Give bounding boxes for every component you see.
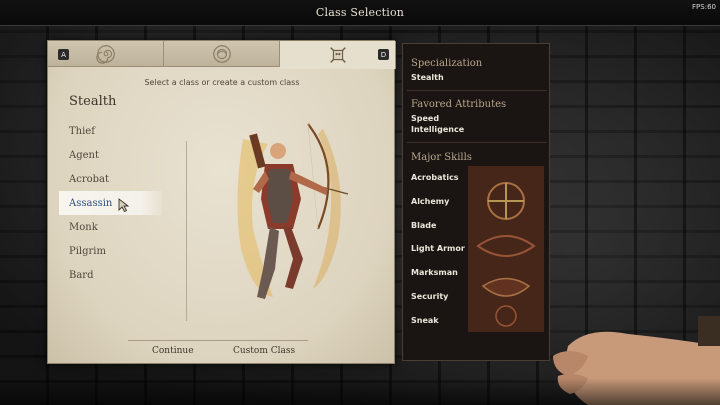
specialization-heading: Stealth	[69, 94, 117, 109]
assassin-portrait	[237, 123, 349, 299]
specialization-value: Stealth	[411, 73, 444, 82]
panel-subtitle: Select a class or create a custom class	[144, 78, 300, 87]
skill-acrobatics: Acrobatics	[411, 173, 459, 182]
decorative-tapestry	[468, 166, 544, 332]
attribute-speed: Speed	[411, 114, 440, 123]
class-item-bard[interactable]: Bard	[59, 263, 162, 287]
spiral-emblem-icon	[95, 44, 115, 64]
skill-sneak: Sneak	[411, 316, 439, 325]
key-hint-right: D	[378, 49, 389, 60]
skill-blade: Blade	[411, 221, 437, 230]
fps-counter: FPS:60	[692, 3, 716, 11]
top-bar: Class Selection FPS:60	[0, 0, 720, 26]
class-item-pilgrim[interactable]: Pilgrim	[59, 239, 162, 263]
skill-light-armor: Light Armor	[411, 244, 465, 253]
list-divider	[186, 141, 187, 321]
info-separator	[407, 142, 547, 143]
bottom-action-bar: Continue Custom Class	[128, 340, 308, 360]
mouse-cursor-icon	[118, 198, 130, 212]
class-item-acrobat[interactable]: Acrobat	[59, 167, 162, 191]
continue-button[interactable]: Continue	[152, 346, 194, 356]
key-hint-left: A	[58, 49, 69, 60]
class-list: Thief Agent Acrobat Assassin Monk Pilgri…	[59, 119, 162, 287]
class-item-agent[interactable]: Agent	[59, 143, 162, 167]
info-separator	[407, 90, 547, 91]
class-info-panel: Specialization Stealth Favored Attribute…	[402, 43, 550, 361]
tab-bar: A D	[48, 41, 396, 69]
attribute-intelligence: Intelligence	[411, 125, 465, 134]
class-selection-panel: A D Select a class or create a custom cl…	[47, 40, 396, 364]
class-item-monk[interactable]: Monk	[59, 215, 162, 239]
window-title: Class Selection	[315, 6, 405, 19]
skill-security: Security	[411, 292, 449, 301]
major-skills-title: Major Skills	[411, 152, 472, 163]
skill-alchemy: Alchemy	[411, 197, 450, 206]
class-item-assassin[interactable]: Assassin	[59, 191, 162, 215]
skull-crest-icon	[329, 47, 346, 63]
circle-emblem-icon	[212, 44, 231, 63]
favored-attributes-title: Favored Attributes	[411, 99, 507, 110]
skill-marksman: Marksman	[411, 268, 458, 277]
class-item-thief[interactable]: Thief	[59, 119, 162, 143]
custom-class-button[interactable]: Custom Class	[233, 346, 295, 356]
tab-circle[interactable]	[164, 41, 280, 67]
bottom-shadow	[0, 378, 720, 405]
specialization-title: Specialization	[411, 58, 483, 69]
